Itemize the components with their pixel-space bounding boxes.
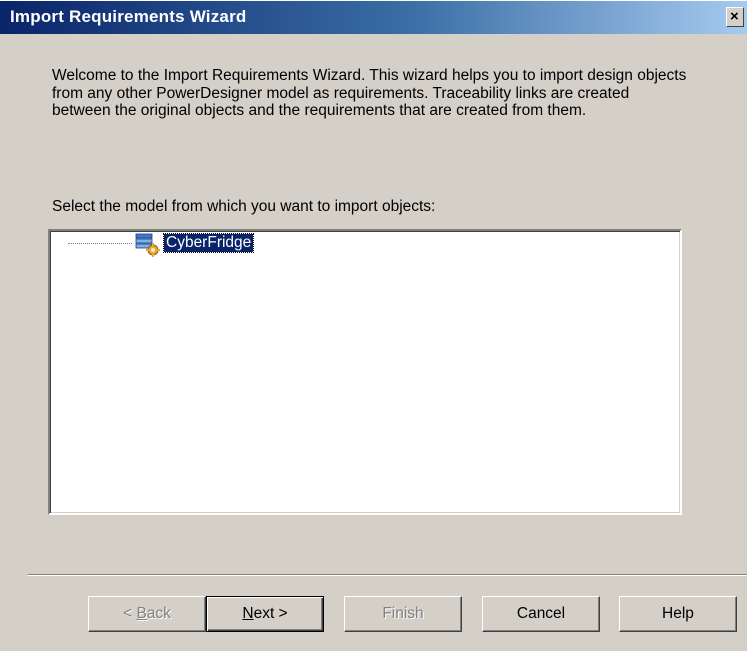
next-accelerator: N — [242, 605, 254, 622]
help-button[interactable]: Help — [619, 596, 737, 632]
finish-label: Finish — [382, 605, 424, 622]
next-label-rest: ext > — [253, 605, 288, 622]
back-label-rest: ack — [146, 605, 171, 622]
model-tree[interactable]: CyberFridge — [48, 229, 682, 515]
welcome-text: Welcome to the Import Requirements Wizar… — [52, 67, 687, 119]
close-icon: × — [730, 8, 739, 25]
help-label: Help — [662, 605, 694, 622]
window-title: Import Requirements Wizard — [10, 7, 247, 26]
cancel-button[interactable]: Cancel — [482, 596, 600, 632]
next-button[interactable]: Next > — [206, 596, 324, 632]
back-button[interactable]: < Back — [88, 596, 206, 632]
tree-item-cyberfridge[interactable]: CyberFridge — [162, 233, 255, 253]
finish-button[interactable]: Finish — [344, 596, 462, 632]
close-button[interactable]: × — [726, 7, 744, 27]
title-bar[interactable]: Import Requirements Wizard × — [0, 0, 747, 34]
cancel-label: Cancel — [516, 605, 566, 622]
back-accelerator: B — [136, 605, 147, 622]
model-icon — [135, 233, 160, 257]
model-select-label: Select the model from which you want to … — [52, 198, 436, 215]
back-prefix: < — [123, 605, 137, 622]
button-separator — [28, 574, 747, 576]
tree-connector-line — [68, 243, 132, 245]
